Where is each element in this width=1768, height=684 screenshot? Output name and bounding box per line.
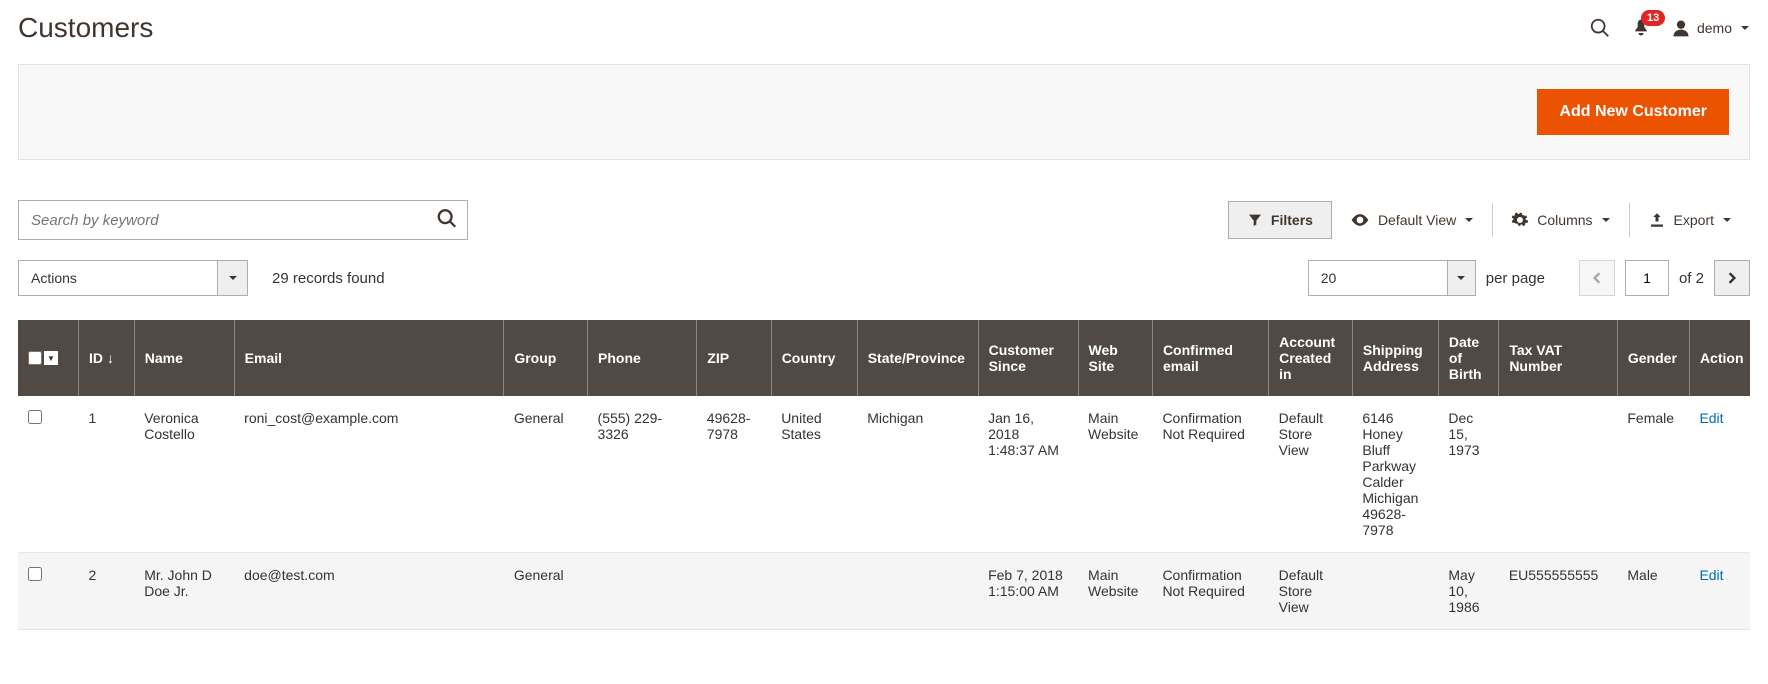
cell-created-in: Default Store View: [1269, 396, 1353, 553]
cell-since: Feb 7, 2018 1:15:00 AM: [978, 553, 1078, 630]
col-confirmed[interactable]: Confirmed email: [1152, 320, 1268, 396]
next-page-button[interactable]: [1714, 260, 1750, 296]
col-phone[interactable]: Phone: [588, 320, 697, 396]
col-email[interactable]: Email: [234, 320, 504, 396]
cell-confirmed: Confirmation Not Required: [1152, 553, 1268, 630]
caret-down-icon: [1722, 215, 1732, 225]
per-page-caret[interactable]: [1448, 260, 1476, 296]
row-checkbox[interactable]: [28, 567, 42, 581]
select-menu-caret[interactable]: ▼: [44, 351, 58, 365]
col-dob[interactable]: Date of Birth: [1438, 320, 1498, 396]
per-page-label: per page: [1486, 270, 1545, 287]
cell-name: Mr. John D Doe Jr.: [134, 553, 234, 630]
table-row: 2Mr. John D Doe Jr.doe@test.comGeneral Fe…: [18, 553, 1750, 630]
search-input[interactable]: [18, 200, 468, 240]
cell-id: 2: [78, 553, 134, 630]
cell-phone: [588, 553, 697, 630]
search-button[interactable]: [432, 204, 462, 237]
row-checkbox[interactable]: [28, 410, 42, 424]
columns-label: Columns: [1537, 212, 1592, 228]
current-page-input[interactable]: [1625, 260, 1669, 296]
col-group[interactable]: Group: [504, 320, 588, 396]
filters-button[interactable]: Filters: [1228, 201, 1332, 239]
notification-badge: 13: [1641, 10, 1665, 26]
col-select-all[interactable]: ▼: [18, 320, 78, 396]
cell-zip: [697, 553, 771, 630]
cell-created-in: Default Store View: [1269, 553, 1353, 630]
cell-dob: Dec 15, 1973: [1438, 396, 1498, 553]
cell-gender: Female: [1617, 396, 1689, 553]
table-row: 1Veronica Costelloroni_cost@example.comG…: [18, 396, 1750, 553]
col-created-in[interactable]: Account Created in: [1269, 320, 1353, 396]
cell-zip: 49628-7978: [697, 396, 771, 553]
col-action: Action: [1689, 320, 1750, 396]
chevron-left-icon: [1591, 272, 1603, 284]
export-icon: [1648, 211, 1666, 229]
cell-website: Main Website: [1078, 396, 1152, 553]
col-gender[interactable]: Gender: [1617, 320, 1689, 396]
cell-website: Main Website: [1078, 553, 1152, 630]
col-state[interactable]: State/Province: [857, 320, 978, 396]
cell-state: [857, 553, 978, 630]
cell-confirmed: Confirmation Not Required: [1152, 396, 1268, 553]
col-name[interactable]: Name: [134, 320, 234, 396]
customers-grid: ▼ ID↓ Name Email Group Phone ZIP Country…: [18, 320, 1750, 630]
cell-gender: Male: [1617, 553, 1689, 630]
col-vat[interactable]: Tax VAT Number: [1499, 320, 1618, 396]
eye-icon: [1350, 210, 1370, 230]
export-selector[interactable]: Export: [1630, 201, 1750, 239]
cell-dob: May 10, 1986: [1438, 553, 1498, 630]
cell-email: doe@test.com: [234, 553, 504, 630]
add-new-customer-button[interactable]: Add New Customer: [1537, 89, 1729, 135]
gear-icon: [1511, 211, 1529, 229]
cell-shipping: 6146 Honey Bluff Parkway Calder Michigan…: [1352, 396, 1438, 553]
page-title: Customers: [18, 12, 153, 44]
sort-arrow-down-icon: ↓: [107, 350, 114, 366]
col-website[interactable]: Web Site: [1078, 320, 1152, 396]
view-selector[interactable]: Default View: [1332, 201, 1492, 239]
columns-selector[interactable]: Columns: [1493, 201, 1628, 239]
caret-down-icon: [1464, 215, 1474, 225]
edit-link[interactable]: Edit: [1699, 567, 1723, 583]
cell-group: General: [504, 553, 588, 630]
chevron-right-icon: [1726, 272, 1738, 284]
cell-name: Veronica Costello: [134, 396, 234, 553]
export-label: Export: [1674, 212, 1714, 228]
filters-label: Filters: [1271, 212, 1313, 228]
bulk-actions-label: Actions: [18, 260, 218, 296]
per-page-value[interactable]: 20: [1308, 260, 1448, 296]
cell-country: [771, 553, 857, 630]
of-label: of 2: [1679, 270, 1704, 287]
bulk-actions-caret[interactable]: [218, 260, 248, 296]
cell-vat: EU555555555: [1499, 553, 1618, 630]
username-label: demo: [1697, 20, 1732, 36]
cell-vat: [1499, 396, 1618, 553]
cell-phone: (555) 229-3326: [588, 396, 697, 553]
view-label: Default View: [1378, 212, 1456, 228]
notifications-icon[interactable]: 13: [1631, 18, 1651, 38]
caret-down-icon: [1601, 215, 1611, 225]
bulk-actions-dropdown[interactable]: Actions: [18, 260, 248, 296]
cell-shipping: [1352, 553, 1438, 630]
col-country[interactable]: Country: [771, 320, 857, 396]
col-shipping[interactable]: Shipping Address: [1352, 320, 1438, 396]
col-id[interactable]: ID↓: [78, 320, 134, 396]
col-zip[interactable]: ZIP: [697, 320, 771, 396]
cell-state: Michigan: [857, 396, 978, 553]
global-search-icon[interactable]: [1589, 17, 1611, 39]
funnel-icon: [1247, 212, 1263, 228]
user-menu[interactable]: demo: [1671, 18, 1750, 38]
cell-since: Jan 16, 2018 1:48:37 AM: [978, 396, 1078, 553]
cell-email: roni_cost@example.com: [234, 396, 504, 553]
cell-country: United States: [771, 396, 857, 553]
records-found-label: 29 records found: [272, 270, 385, 287]
cell-group: General: [504, 396, 588, 553]
edit-link[interactable]: Edit: [1699, 410, 1723, 426]
select-all-checkbox[interactable]: [28, 351, 42, 365]
cell-id: 1: [78, 396, 134, 553]
prev-page-button[interactable]: [1579, 260, 1615, 296]
col-since[interactable]: Customer Since: [978, 320, 1078, 396]
